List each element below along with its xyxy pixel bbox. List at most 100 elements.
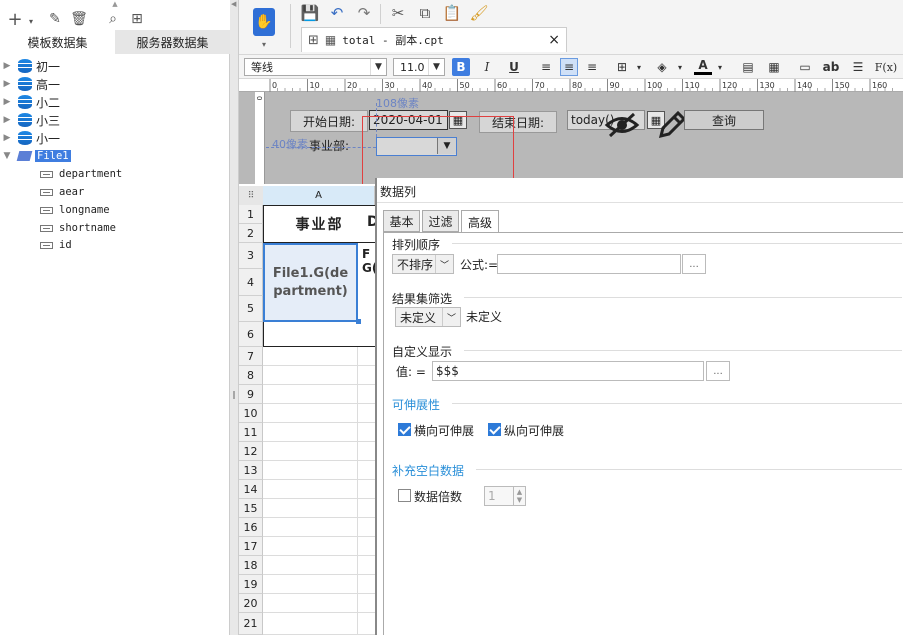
selected-data-cell[interactable]: File1.G(department) bbox=[263, 243, 358, 322]
expand-icon[interactable]: ▶ bbox=[2, 97, 12, 107]
row-header[interactable]: 9 bbox=[239, 385, 263, 404]
row-header[interactable]: 12 bbox=[239, 442, 263, 461]
tab-advanced[interactable]: 高级 bbox=[461, 210, 499, 233]
grid-row[interactable] bbox=[263, 385, 375, 404]
merge-cells-icon[interactable]: ▤ bbox=[739, 58, 757, 76]
row-header[interactable]: 4 bbox=[239, 269, 263, 296]
font-family-select[interactable]: 等线 ▼ bbox=[244, 58, 387, 76]
data-multiple-input[interactable]: 1 bbox=[484, 486, 514, 506]
expand-icon[interactable]: ▶ bbox=[2, 61, 12, 71]
row-header[interactable]: 8 bbox=[239, 366, 263, 385]
row-header[interactable]: 18 bbox=[239, 556, 263, 575]
grid-row[interactable] bbox=[263, 613, 375, 635]
chevron-down-icon[interactable]: ▼ bbox=[428, 59, 444, 75]
row-header[interactable]: 10 bbox=[239, 404, 263, 423]
bold-button[interactable]: B bbox=[452, 58, 470, 76]
row-header[interactable]: 15 bbox=[239, 499, 263, 518]
template-type-button[interactable]: ✋ ▾ bbox=[248, 4, 280, 50]
add-dropdown-icon[interactable]: ▾ bbox=[22, 12, 40, 30]
italic-button[interactable]: I bbox=[478, 58, 496, 76]
formula-button[interactable]: F(x) bbox=[873, 58, 899, 76]
tree-item-dataset[interactable]: ▶ 小一 bbox=[0, 129, 60, 147]
grid-row[interactable] bbox=[263, 575, 375, 594]
query-button[interactable]: 查询 bbox=[684, 110, 764, 130]
close-icon[interactable]: × bbox=[548, 32, 560, 48]
custom-display-button[interactable]: ... bbox=[706, 361, 730, 381]
edit-icon[interactable]: ✎ bbox=[46, 10, 64, 28]
collapse-up-icon[interactable]: ▲ bbox=[112, 0, 117, 8]
horizontal-expand-checkbox[interactable] bbox=[398, 423, 411, 436]
tab-template-datasets[interactable]: 模板数据集 bbox=[0, 30, 115, 54]
tree-item-dataset[interactable]: ▶ 小二 bbox=[0, 93, 60, 111]
collapse-icon[interactable]: ▼ bbox=[2, 151, 12, 161]
underline-button[interactable]: U bbox=[505, 58, 523, 76]
copy-icon[interactable]: ⧉ bbox=[415, 3, 435, 23]
tree-item-field[interactable]: id bbox=[40, 236, 72, 254]
data-multiple-stepper[interactable]: ▲ ▼ bbox=[513, 486, 526, 506]
align-right-icon[interactable]: ≡ bbox=[583, 58, 601, 76]
grid-row[interactable] bbox=[263, 518, 375, 537]
row-header[interactable]: 11 bbox=[239, 423, 263, 442]
row-header[interactable]: 7 bbox=[239, 347, 263, 366]
tree-item-field[interactable]: department bbox=[40, 165, 122, 183]
row-header[interactable]: 14 bbox=[239, 480, 263, 499]
row-header[interactable]: 6 bbox=[239, 322, 263, 347]
row-header[interactable]: 13 bbox=[239, 461, 263, 480]
row-header[interactable]: 21 bbox=[239, 613, 263, 635]
start-date-label[interactable]: 开始日期: bbox=[290, 110, 368, 132]
grid-row[interactable] bbox=[263, 537, 375, 556]
footer-cell[interactable] bbox=[263, 322, 375, 347]
dropdown-arrow-icon[interactable]: ▾ bbox=[262, 40, 266, 49]
sort-formula-button[interactable]: ... bbox=[682, 254, 706, 274]
format-painter-icon[interactable]: 🖌 bbox=[469, 3, 489, 23]
tree-item-file-dataset[interactable]: ▼ File1 bbox=[0, 147, 71, 165]
save-icon[interactable]: 💾 bbox=[300, 3, 320, 23]
paste-icon[interactable]: 📋 bbox=[442, 3, 462, 23]
row-header[interactable]: 1 bbox=[239, 205, 263, 224]
grid-row[interactable] bbox=[263, 480, 375, 499]
delete-icon[interactable]: 🗑 bbox=[70, 10, 88, 28]
collapse-left-icon[interactable]: ◀ bbox=[231, 0, 236, 8]
sort-order-select[interactable]: 不排序 ﹀ bbox=[392, 254, 454, 274]
row-header[interactable]: 17 bbox=[239, 537, 263, 556]
tree-item-field[interactable]: longname bbox=[40, 201, 110, 219]
grid-row[interactable] bbox=[263, 347, 375, 366]
tab-filter[interactable]: 过滤 bbox=[422, 210, 459, 232]
header-cell[interactable]: 事业部 bbox=[263, 205, 375, 243]
column-header-a[interactable]: A bbox=[263, 186, 375, 205]
insert-field-icon[interactable]: ▭ bbox=[796, 58, 814, 76]
custom-display-input[interactable]: $$$ bbox=[432, 361, 704, 381]
expand-icon[interactable]: ▶ bbox=[2, 133, 12, 143]
fill-color-icon[interactable]: ◈ bbox=[653, 58, 671, 76]
grid-row[interactable] bbox=[263, 442, 375, 461]
grid-row[interactable] bbox=[263, 404, 375, 423]
edit-pencil-icon[interactable] bbox=[657, 110, 687, 140]
data-connection-icon[interactable]: ⊞ bbox=[128, 10, 146, 28]
chevron-down-icon[interactable]: ▼ bbox=[370, 59, 386, 75]
partial-data-cell[interactable]: F G( bbox=[358, 243, 375, 322]
border-icon[interactable]: ⊞ bbox=[613, 58, 631, 76]
tree-item-dataset[interactable]: ▶ 小三 bbox=[0, 111, 60, 129]
chevron-down-icon[interactable]: ▾ bbox=[671, 58, 689, 76]
tree-item-field[interactable]: shortname bbox=[40, 219, 116, 237]
table-icon[interactable]: ▦ bbox=[765, 58, 783, 76]
grid-row[interactable] bbox=[263, 423, 375, 442]
redo-icon[interactable]: ↷ bbox=[354, 3, 374, 23]
panel-splitter[interactable]: ◀ ‖ bbox=[230, 0, 239, 635]
grid-row[interactable] bbox=[263, 594, 375, 613]
select-all-corner[interactable]: ⠿ bbox=[239, 186, 263, 205]
grid-row[interactable] bbox=[263, 556, 375, 575]
expand-icon[interactable]: ▶ bbox=[2, 79, 12, 89]
stepper-down-icon[interactable]: ▼ bbox=[517, 496, 522, 504]
grid-row[interactable] bbox=[263, 461, 375, 480]
row-header[interactable]: 2 bbox=[239, 224, 263, 243]
tree-item-dataset[interactable]: ▶ 高一 bbox=[0, 75, 60, 93]
row-header[interactable]: 3 bbox=[239, 243, 263, 269]
panel-collapse-bar[interactable]: ▲ bbox=[0, 0, 230, 8]
chevron-down-icon[interactable]: ▾ bbox=[630, 58, 648, 76]
preview-icon[interactable]: ⌕ bbox=[104, 10, 122, 28]
splitter-grip-icon[interactable]: ‖ bbox=[232, 390, 236, 399]
sort-formula-input[interactable] bbox=[497, 254, 681, 274]
font-color-icon[interactable]: A bbox=[694, 58, 712, 75]
font-size-select[interactable]: 11.0 ▼ bbox=[393, 58, 445, 76]
